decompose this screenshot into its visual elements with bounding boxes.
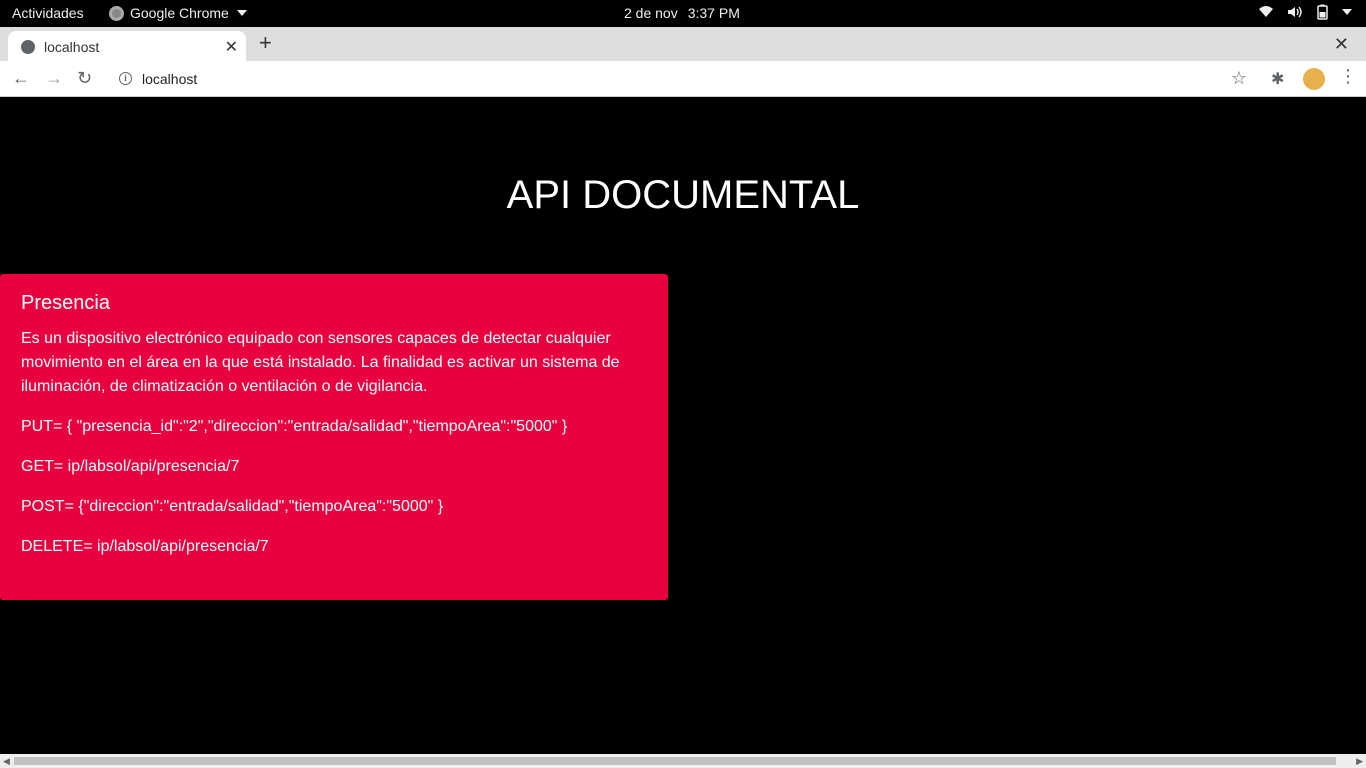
globe-icon xyxy=(21,40,35,54)
extensions-icon[interactable]: ✱ xyxy=(1271,69,1284,89)
delete-endpoint: DELETE= ip/labsol/api/presencia/7 xyxy=(21,538,269,555)
address-bar[interactable]: i localhost ☆ xyxy=(110,65,1260,93)
chevron-down-icon xyxy=(1342,9,1352,15)
wifi-icon xyxy=(1259,6,1273,17)
clock-date: 2 de nov xyxy=(624,5,678,21)
scroll-left-icon[interactable]: ◀ xyxy=(3,756,10,767)
back-button[interactable]: ← xyxy=(12,68,30,88)
chrome-icon xyxy=(109,5,124,21)
scroll-right-icon[interactable]: ▶ xyxy=(1356,756,1363,767)
tab-strip: localhost ✕ + ✕ xyxy=(0,27,1366,61)
profile-avatar[interactable] xyxy=(1303,68,1325,90)
system-tray[interactable] xyxy=(1258,4,1352,20)
tab-localhost[interactable]: localhost ✕ xyxy=(8,31,246,61)
card-title: Presencia xyxy=(21,292,110,314)
tab-title: localhost xyxy=(44,39,100,55)
info-icon[interactable]: i xyxy=(119,72,132,85)
put-endpoint: PUT= { "presencia_id":"2","direccion":"e… xyxy=(21,418,568,435)
app-menu[interactable]: Google Chrome xyxy=(109,5,247,21)
battery-icon xyxy=(1317,4,1328,20)
bookmark-star-icon[interactable]: ☆ xyxy=(1231,68,1247,89)
reload-button[interactable]: ↻ xyxy=(77,68,92,88)
chrome-menu-icon[interactable]: ⋮ xyxy=(1339,66,1357,87)
get-endpoint: GET= ip/labsol/api/presencia/7 xyxy=(21,458,240,475)
page-content: API DOCUMENTAL Presencia Es un dispositi… xyxy=(0,98,1366,754)
clock[interactable]: 2 de nov 3:37 PM xyxy=(624,5,740,21)
browser-toolbar: ← → ↻ i localhost ☆ ✱ ⋮ xyxy=(0,61,1366,97)
activities-button[interactable]: Actividades xyxy=(12,5,84,21)
presencia-card: Presencia Es un dispositivo electrónico … xyxy=(0,274,668,600)
new-tab-button[interactable]: + xyxy=(259,32,272,54)
post-endpoint: POST= {"direccion":"entrada/salidad","ti… xyxy=(21,498,444,515)
system-top-bar: Actividades Google Chrome 2 de nov 3:37 P… xyxy=(0,0,1366,27)
close-tab-icon[interactable]: ✕ xyxy=(225,37,238,57)
chevron-down-icon xyxy=(236,10,247,16)
forward-button[interactable]: → xyxy=(45,68,63,88)
volume-icon xyxy=(1288,6,1302,18)
card-description: Es un dispositivo electrónico equipado c… xyxy=(21,330,620,395)
horizontal-scrollbar[interactable]: ◀ ▶ xyxy=(0,754,1366,768)
scrollbar-thumb[interactable] xyxy=(14,757,1336,765)
page-title: API DOCUMENTAL xyxy=(506,173,860,217)
url-text[interactable]: localhost xyxy=(142,71,197,87)
clock-time: 3:37 PM xyxy=(687,5,740,21)
app-menu-label: Google Chrome xyxy=(130,5,229,21)
close-window-button[interactable]: ✕ xyxy=(1334,34,1349,55)
